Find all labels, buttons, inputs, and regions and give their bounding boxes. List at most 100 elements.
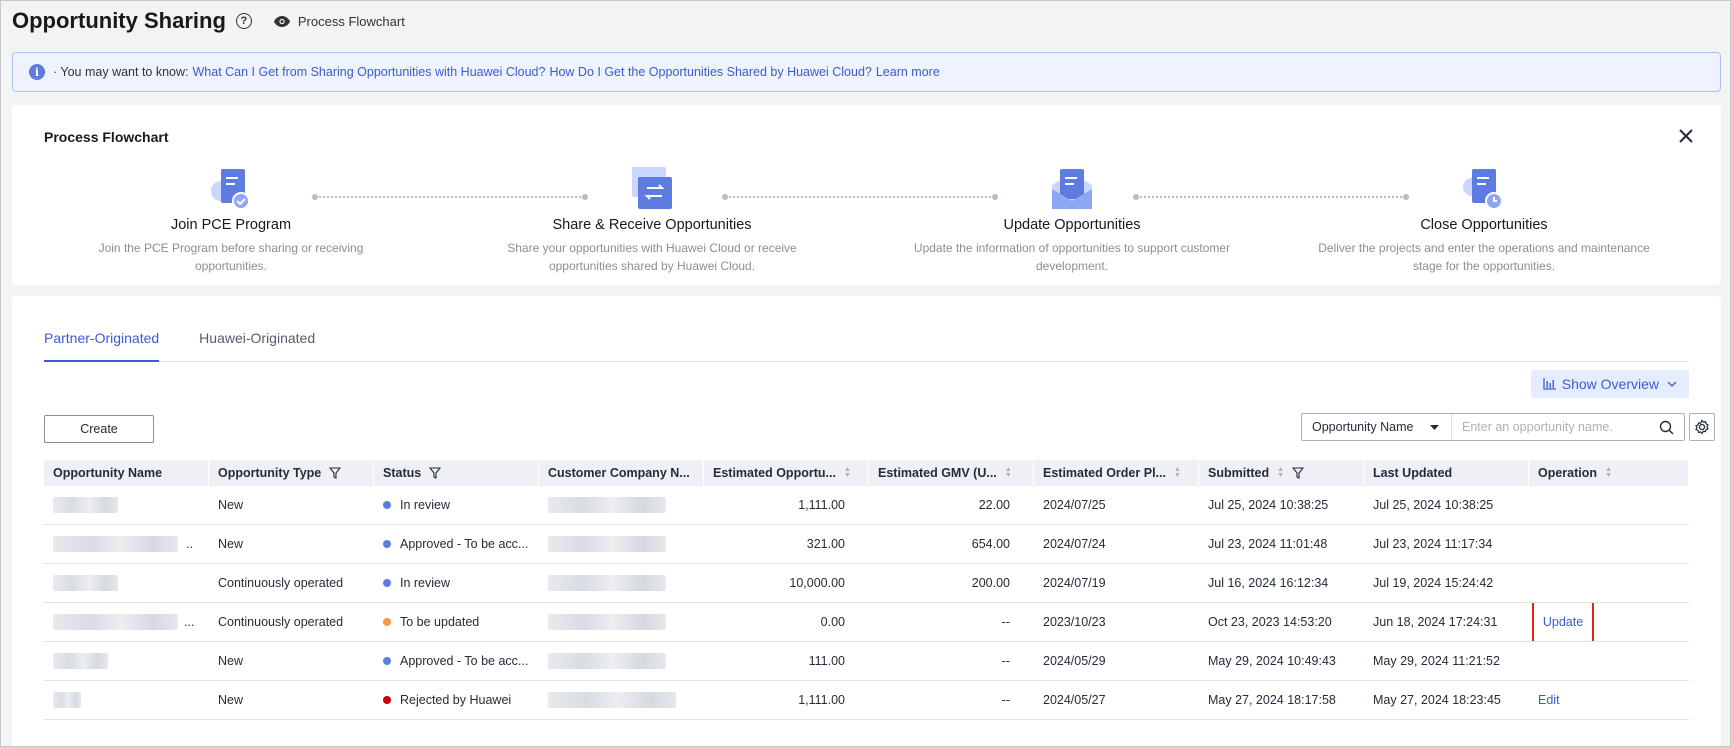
table-row: New In review 1,111.00 22.00 2024/07/25 … bbox=[44, 486, 1689, 525]
close-icon[interactable] bbox=[1679, 125, 1693, 147]
process-flowchart-link[interactable]: Process Flowchart bbox=[273, 13, 405, 29]
status-dot bbox=[383, 579, 391, 587]
document-clock-icon bbox=[1460, 165, 1508, 213]
flow-step-share: Share & Receive Opportunities Share your… bbox=[462, 165, 842, 275]
search-field-value: Opportunity Name bbox=[1312, 420, 1414, 434]
status-text: To be updated bbox=[400, 615, 480, 629]
col-last-updated: Last Updated bbox=[1364, 460, 1529, 486]
table-row: New Rejected by Huawei 1,111.00 -- 2024/… bbox=[44, 681, 1689, 720]
est-order-cell: 2023/10/23 bbox=[1043, 615, 1106, 629]
opportunity-name-cell[interactable] bbox=[44, 642, 209, 680]
flow-step-desc: Update the information of opportunities … bbox=[913, 241, 1231, 273]
process-flowchart-label: Process Flowchart bbox=[297, 13, 405, 29]
banner-link-learn-more[interactable]: Learn more bbox=[876, 65, 940, 79]
col-operation: Operation ▲ ▼ bbox=[1529, 460, 1689, 486]
flow-step-name: Update Opportunities bbox=[1003, 217, 1141, 233]
origin-tabs: Partner-Originated Huawei-Originated bbox=[44, 328, 1689, 362]
submitted-cell: Jul 25, 2024 10:38:25 bbox=[1208, 498, 1329, 512]
est-order-cell: 2024/07/19 bbox=[1043, 576, 1106, 590]
opportunity-name-cell[interactable] bbox=[44, 486, 209, 524]
status-dot bbox=[383, 501, 391, 509]
edit-link[interactable]: Edit bbox=[1538, 693, 1560, 707]
banner-link-get-shared[interactable]: How Do I Get the Opportunities Shared by… bbox=[549, 65, 871, 79]
banner-prefix: · You may want to know: bbox=[53, 65, 189, 79]
status-cell: Approved - To be acc... bbox=[374, 642, 539, 680]
redacted-text bbox=[53, 692, 81, 708]
redacted-text bbox=[548, 536, 666, 552]
flow-step-name: Share & Receive Opportunities bbox=[552, 217, 752, 233]
search-input[interactable]: Enter an opportunity name. bbox=[1452, 420, 1659, 434]
flow-step-join: Join PCE Program Join the PCE Program be… bbox=[41, 165, 421, 275]
opportunity-name-cell[interactable]: .. bbox=[44, 525, 209, 563]
submitted-cell: May 29, 2024 10:49:43 bbox=[1208, 654, 1336, 668]
opportunity-name-cell[interactable] bbox=[44, 564, 209, 602]
banner-link-benefits[interactable]: What Can I Get from Sharing Opportunitie… bbox=[193, 65, 546, 79]
est-gmv-cell: 200.00 bbox=[971, 576, 1010, 590]
show-overview-button[interactable]: Show Overview bbox=[1530, 370, 1689, 398]
col-status: Status bbox=[374, 460, 539, 486]
tab-huawei-originated[interactable]: Huawei-Originated bbox=[199, 328, 315, 362]
col-label: Estimated Opportu... bbox=[713, 466, 836, 480]
sort-icon[interactable]: ▲ ▼ bbox=[844, 466, 851, 479]
type-cell: Continuously operated bbox=[218, 615, 344, 629]
create-button[interactable]: Create bbox=[44, 415, 154, 443]
status-dot bbox=[383, 657, 391, 665]
col-customer-company: Customer Company N... bbox=[539, 460, 704, 486]
table-row: ... Continuously operated To be updated … bbox=[44, 603, 1689, 642]
flow-step-name: Close Opportunities bbox=[1420, 217, 1548, 233]
sort-icon[interactable]: ▲ ▼ bbox=[1605, 466, 1612, 479]
updated-cell: Jul 19, 2024 15:24:42 bbox=[1373, 576, 1494, 590]
type-cell: New bbox=[218, 537, 244, 551]
updated-cell: May 29, 2024 11:21:52 bbox=[1373, 654, 1500, 668]
redacted-text bbox=[53, 575, 118, 591]
opportunity-table: Opportunity Name Opportunity Type Status… bbox=[44, 460, 1689, 720]
est-gmv-cell: -- bbox=[1001, 654, 1010, 668]
flow-step-name: Join PCE Program bbox=[170, 217, 292, 233]
col-estimated-order: Estimated Order Pl... ▲ ▼ bbox=[1034, 460, 1199, 486]
gear-icon bbox=[1695, 419, 1709, 435]
col-estimated-opportunity: Estimated Opportu... ▲ ▼ bbox=[704, 460, 869, 486]
customer-cell bbox=[539, 486, 704, 524]
col-label: Estimated Order Pl... bbox=[1043, 466, 1166, 480]
est-order-cell: 2024/05/29 bbox=[1043, 654, 1106, 668]
col-label: Operation bbox=[1538, 466, 1598, 480]
search-icon[interactable] bbox=[1659, 420, 1674, 435]
document-update-icon bbox=[1048, 165, 1096, 213]
page-title: Opportunity Sharing bbox=[12, 8, 226, 33]
col-label: Estimated GMV (U... bbox=[878, 466, 997, 480]
search-field-select[interactable]: Opportunity Name bbox=[1302, 414, 1452, 440]
table-settings-button[interactable] bbox=[1689, 413, 1715, 441]
search-box: Opportunity Name Enter an opportunity na… bbox=[1301, 413, 1685, 441]
status-cell: To be updated bbox=[374, 603, 539, 641]
filter-icon[interactable] bbox=[1292, 467, 1305, 479]
page-header: Opportunity Sharing ? Process Flowchart bbox=[12, 6, 405, 36]
submitted-cell: Jul 16, 2024 16:12:34 bbox=[1208, 576, 1329, 590]
filter-icon[interactable] bbox=[329, 467, 342, 479]
redacted-text bbox=[53, 497, 118, 513]
sort-icon[interactable]: ▲ ▼ bbox=[1277, 466, 1284, 479]
opportunity-name-cell[interactable]: ... bbox=[44, 603, 209, 641]
filter-icon[interactable] bbox=[429, 467, 442, 479]
table-row: Continuously operated In review 10,000.0… bbox=[44, 564, 1689, 603]
table-row: New Approved - To be acc... 111.00 -- 20… bbox=[44, 642, 1689, 681]
sort-icon[interactable]: ▲ ▼ bbox=[1174, 466, 1181, 479]
table-row: .. New Approved - To be acc... 321.00 65… bbox=[44, 525, 1689, 564]
type-cell: New bbox=[218, 693, 244, 707]
bar-chart-icon bbox=[1543, 378, 1556, 390]
status-text: Approved - To be acc... bbox=[400, 654, 529, 668]
flow-step-update: Update Opportunities Update the informat… bbox=[882, 165, 1262, 275]
update-link[interactable]: Update bbox=[1532, 603, 1594, 641]
opportunity-list-card: Partner-Originated Huawei-Originated Sho… bbox=[12, 296, 1721, 747]
redacted-text bbox=[548, 575, 666, 591]
sort-icon[interactable]: ▲ ▼ bbox=[1005, 466, 1012, 479]
operation-cell bbox=[1529, 486, 1689, 524]
document-check-icon bbox=[207, 165, 255, 213]
opportunity-name-cell[interactable] bbox=[44, 681, 209, 719]
operation-cell: Update bbox=[1529, 603, 1689, 641]
help-icon[interactable]: ? bbox=[235, 13, 252, 29]
process-flowchart-card: Process Flowchart Join PCE Program Join … bbox=[12, 105, 1721, 285]
submitted-cell: Oct 23, 2023 14:53:20 bbox=[1208, 615, 1332, 629]
est-opportunity-cell: 10,000.00 bbox=[789, 576, 845, 590]
tab-partner-originated[interactable]: Partner-Originated bbox=[44, 328, 160, 362]
status-dot bbox=[383, 618, 391, 626]
